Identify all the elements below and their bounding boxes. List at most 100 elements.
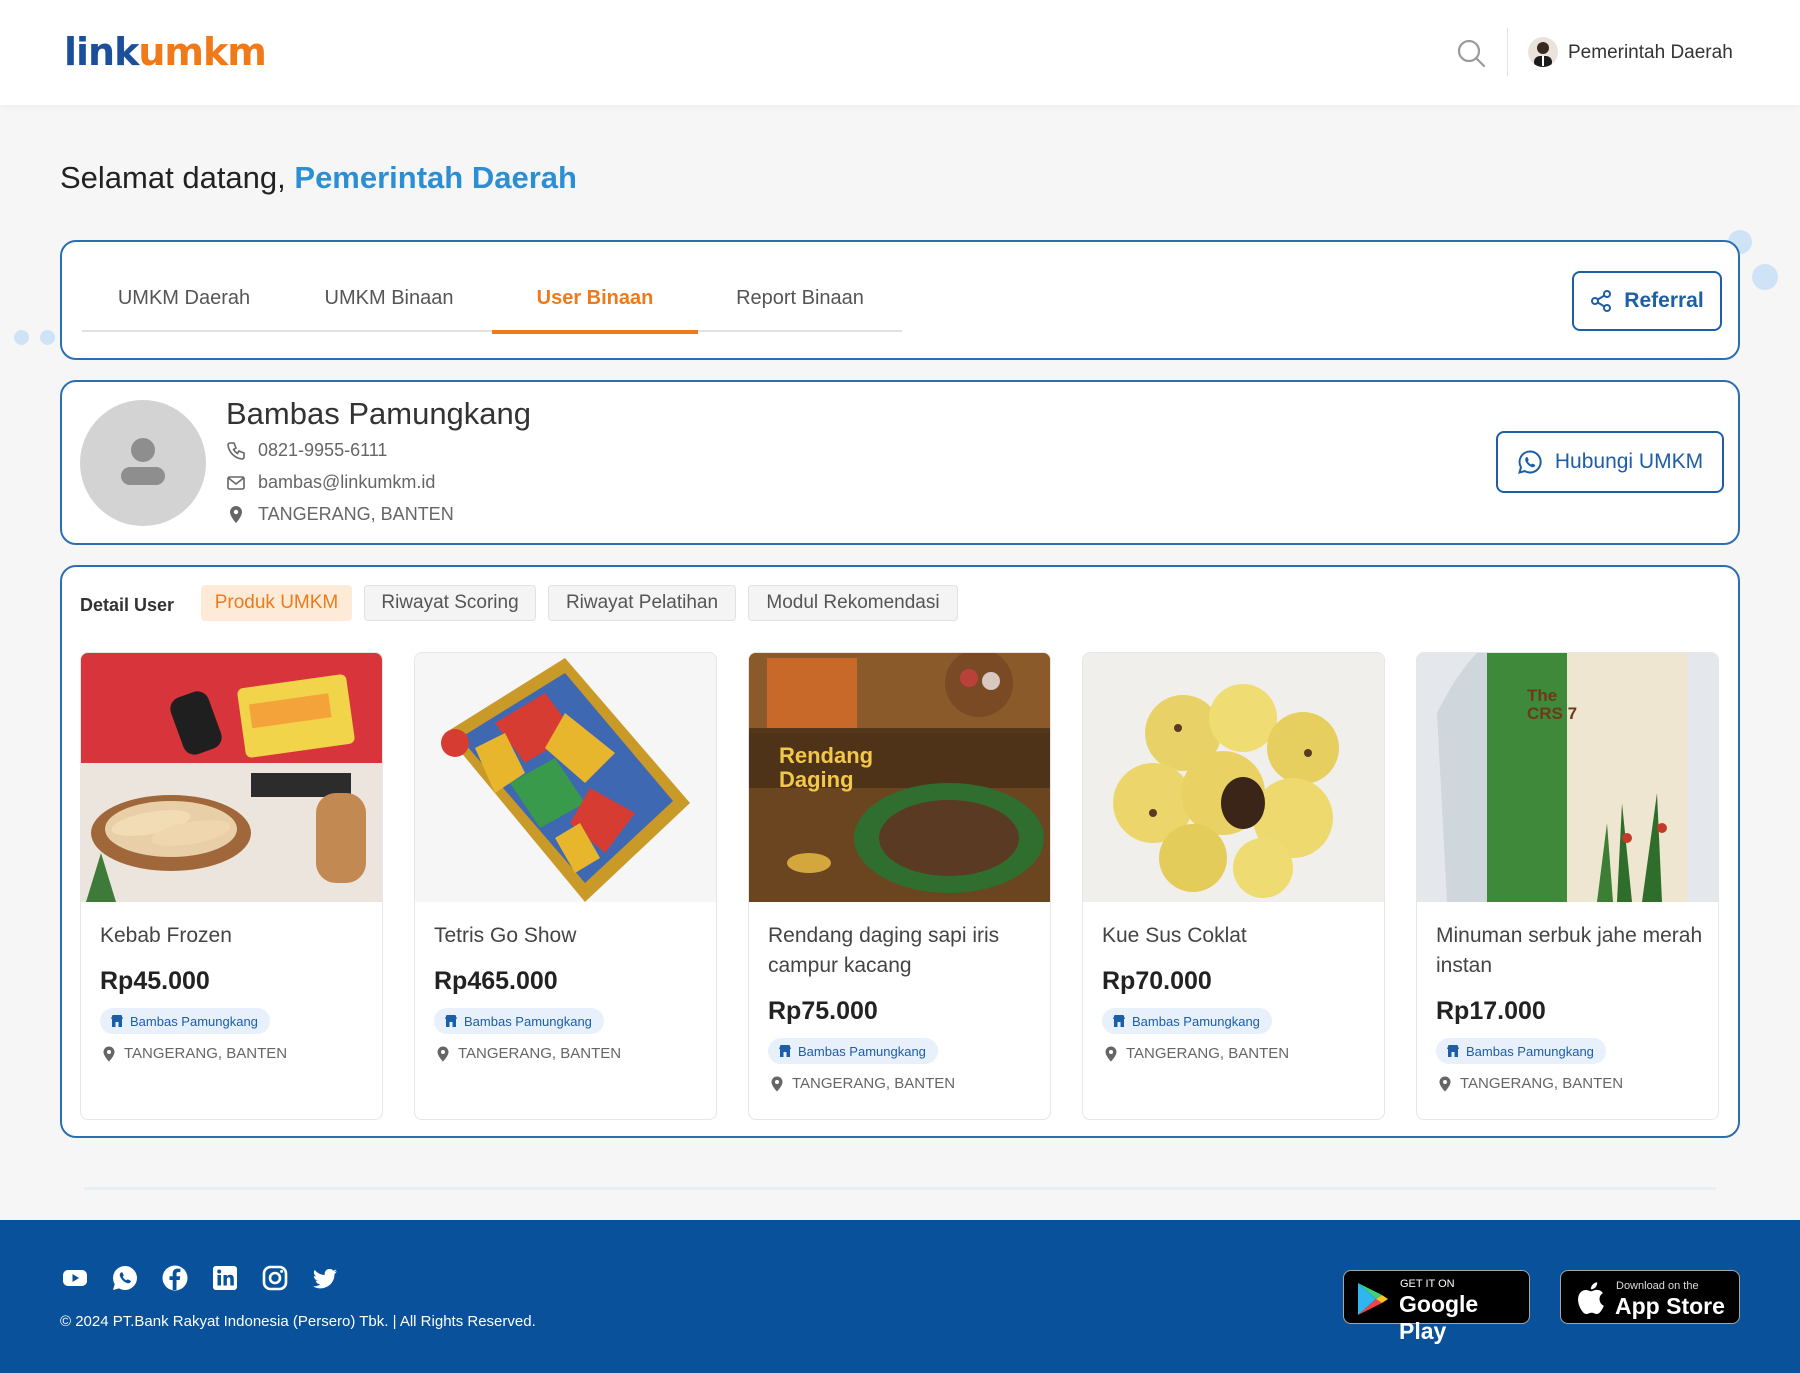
decor-bubble [40, 330, 55, 345]
subtab-produk-umkm[interactable]: Produk UMKM [201, 585, 352, 621]
product-location: TANGERANG, BANTEN [1438, 1075, 1623, 1092]
twitter-icon[interactable] [310, 1263, 340, 1293]
seller-badge: Bambas Pamungkang [768, 1038, 938, 1064]
whatsapp-icon[interactable] [110, 1263, 140, 1293]
app-store-small-text: Download on the [1616, 1280, 1699, 1292]
profile-card: Bambas Pamungkang 0821-9955-6111 bambas@… [60, 380, 1740, 545]
product-price: Rp465.000 [434, 967, 558, 995]
copyright-text: © 2024 PT.Bank Rakyat Indonesia (Persero… [60, 1313, 536, 1330]
welcome-prefix: Selamat datang, [60, 160, 286, 195]
store-icon [445, 1015, 457, 1027]
referral-button[interactable]: Referral [1572, 271, 1722, 331]
decor-bubble [1752, 264, 1778, 290]
header-divider [1507, 28, 1508, 76]
product-location-text: TANGERANG, BANTEN [792, 1075, 956, 1092]
email-text: bambas@linkumkm.id [258, 472, 436, 492]
product-location: TANGERANG, BANTEN [436, 1045, 621, 1062]
user-avatar[interactable] [1528, 37, 1558, 67]
google-play-small-text: GET IT ON [1400, 1278, 1455, 1290]
header-user-name[interactable]: Pemerintah Daerah [1568, 42, 1733, 64]
product-location: TANGERANG, BANTEN [770, 1075, 955, 1092]
image-caption-line1: The [1527, 686, 1557, 705]
seller-badge: Bambas Pamungkang [100, 1008, 270, 1034]
detail-user-label: Detail User [80, 595, 175, 615]
subtab-riwayat-pelatihan[interactable]: Riwayat Pelatihan [548, 585, 736, 621]
product-card[interactable]: Rendang Daging Rendang daging sapi iris … [748, 652, 1051, 1120]
product-name: Minuman serbuk jahe merah instan [1436, 924, 1703, 977]
linkedin-icon[interactable] [210, 1263, 240, 1293]
product-price: Rp75.000 [768, 997, 878, 1025]
content-divider [84, 1187, 1716, 1190]
facebook-icon[interactable] [160, 1263, 190, 1293]
seller-badge: Bambas Pamungkang [434, 1008, 604, 1034]
google-play-icon [1358, 1283, 1388, 1315]
product-card[interactable]: Kue Sus Coklat Rp70.000 Bambas Pamungkan… [1082, 652, 1385, 1120]
app-store-badge[interactable]: Download on the App Store [1560, 1270, 1740, 1324]
linkumkm-logo[interactable]: linkumkm [64, 30, 267, 74]
whatsapp-icon [1517, 450, 1542, 474]
subtab-modul-rekomendasi[interactable]: Modul Rekomendasi [748, 585, 958, 621]
profile-avatar [80, 400, 206, 526]
top-header: linkumkm Pemerintah Daerah [0, 0, 1800, 105]
product-price: Rp17.000 [1436, 997, 1546, 1025]
location-pin-icon [1105, 1046, 1117, 1061]
seller-name: Bambas Pamungkang [1466, 1043, 1594, 1059]
instagram-icon[interactable] [260, 1263, 290, 1293]
tab-umkm-daerah[interactable]: UMKM Daerah [82, 282, 286, 332]
seller-badge: Bambas Pamungkang [1102, 1008, 1272, 1034]
detail-user-card: Detail User Produk UMKM Riwayat Scoring … [60, 565, 1740, 1138]
location-pin-icon [103, 1046, 115, 1061]
store-icon [111, 1015, 123, 1027]
location-pin-icon [771, 1076, 783, 1091]
product-card[interactable]: The CRS 7 Minuman serbuk jahe merah inst… [1416, 652, 1719, 1120]
contact-umkm-label: Hubungi UMKM [1554, 450, 1704, 473]
profile-location: TANGERANG, BANTEN [226, 504, 454, 525]
contact-umkm-button[interactable]: Hubungi UMKM [1496, 431, 1724, 493]
product-image: The CRS 7 [1417, 653, 1718, 902]
product-location-text: TANGERANG, BANTEN [1460, 1075, 1624, 1092]
image-caption-line2: CRS 7 [1527, 704, 1577, 723]
phone-text: 0821-9955-6111 [258, 440, 388, 460]
share-icon [1591, 290, 1612, 312]
product-name: Kebab Frozen [100, 924, 232, 947]
product-image: Rendang Daging [749, 653, 1050, 902]
store-icon [1447, 1045, 1459, 1057]
main-tabs: UMKM Daerah UMKM Binaan User Binaan Repo… [82, 282, 902, 334]
phone-icon [227, 441, 245, 460]
profile-email: bambas@linkumkm.id [226, 472, 435, 493]
product-image [1083, 653, 1384, 902]
seller-name: Bambas Pamungkang [130, 1013, 258, 1029]
store-icon [1113, 1015, 1125, 1027]
product-price: Rp70.000 [1102, 967, 1212, 995]
product-name: Rendang daging sapi iris campur kacang [768, 924, 1000, 977]
product-name: Tetris Go Show [434, 924, 577, 947]
image-caption-line1: Rendang [779, 743, 873, 768]
welcome-name: Pemerintah Daerah [294, 160, 577, 195]
location-pin-icon [1439, 1076, 1451, 1091]
product-location: TANGERANG, BANTEN [102, 1045, 287, 1062]
product-location-text: TANGERANG, BANTEN [458, 1045, 622, 1062]
product-name: Kue Sus Coklat [1102, 924, 1247, 947]
image-caption-line2: Daging [779, 767, 854, 792]
location-pin-icon [230, 505, 242, 523]
google-play-big-text: Google Play [1399, 1291, 1479, 1344]
tab-report-binaan[interactable]: Report Binaan [698, 282, 902, 332]
product-card[interactable]: Kebab Frozen Rp45.000 Bambas Pamungkang … [80, 652, 383, 1120]
page-title: Selamat datang, Pemerintah Daerah [60, 160, 577, 196]
search-icon[interactable] [1456, 38, 1486, 68]
tab-user-binaan[interactable]: User Binaan [492, 282, 698, 334]
google-play-badge[interactable]: GET IT ON Google Play [1343, 1270, 1530, 1344]
product-card[interactable]: Tetris Go Show Rp465.000 Bambas Pamungka… [414, 652, 717, 1120]
mail-icon [227, 475, 245, 490]
product-image [415, 653, 716, 902]
youtube-icon[interactable] [60, 1263, 90, 1293]
product-image [81, 653, 382, 902]
tab-umkm-binaan[interactable]: UMKM Binaan [286, 282, 492, 332]
referral-label: Referral [1624, 289, 1704, 312]
apple-icon [1578, 1282, 1604, 1315]
tabs-card: UMKM Daerah UMKM Binaan User Binaan Repo… [60, 240, 1740, 360]
app-store-big-text: App Store [1615, 1293, 1725, 1319]
subtab-riwayat-scoring[interactable]: Riwayat Scoring [364, 585, 536, 621]
location-text: TANGERANG, BANTEN [258, 504, 454, 524]
product-location-text: TANGERANG, BANTEN [1126, 1045, 1290, 1062]
